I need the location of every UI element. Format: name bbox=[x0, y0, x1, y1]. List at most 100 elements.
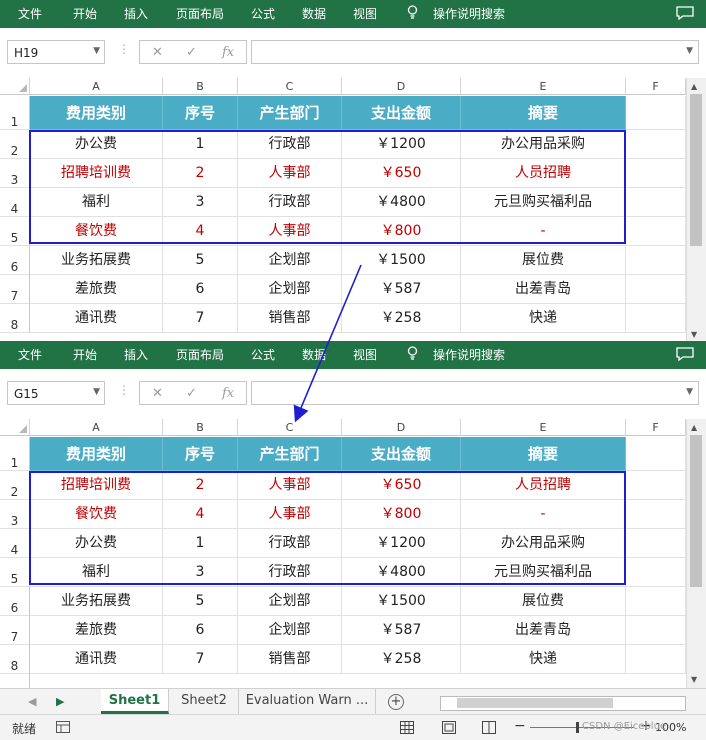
table-cell[interactable] bbox=[626, 471, 686, 500]
row-number[interactable]: 8 bbox=[0, 304, 30, 333]
table-cell[interactable]: 2 bbox=[163, 159, 238, 188]
table-cell[interactable]: 差旅费 bbox=[30, 616, 163, 645]
table-cell[interactable]: 快递 bbox=[461, 645, 626, 674]
menu-insert[interactable]: 插入 bbox=[124, 0, 148, 28]
table-cell[interactable]: ￥1200 bbox=[342, 130, 461, 159]
normal-view-icon[interactable] bbox=[400, 721, 414, 734]
column-header-a[interactable]: A bbox=[30, 78, 163, 95]
table-cell[interactable]: ￥1500 bbox=[342, 246, 461, 275]
vertical-scrollbar[interactable]: ▲ ▼ bbox=[686, 78, 706, 343]
table-cell[interactable] bbox=[626, 304, 686, 333]
menu-home[interactable]: 开始 bbox=[73, 341, 97, 369]
table-cell[interactable]: 行政部 bbox=[238, 130, 342, 159]
table-cell[interactable]: 销售部 bbox=[238, 304, 342, 333]
name-box[interactable]: G15 ▼ bbox=[7, 381, 105, 405]
chevron-down-icon[interactable]: ▼ bbox=[686, 387, 693, 397]
tab-sheet2[interactable]: Sheet2 bbox=[170, 689, 239, 714]
header-cell[interactable]: 费用类别 bbox=[30, 437, 163, 471]
table-cell[interactable]: 餐饮费 bbox=[30, 500, 163, 529]
table-cell[interactable]: 元旦购买福利品 bbox=[461, 188, 626, 217]
column-header-e[interactable]: E bbox=[461, 419, 626, 436]
column-header-c[interactable]: C bbox=[238, 419, 342, 436]
table-cell[interactable] bbox=[626, 645, 686, 674]
table-cell[interactable]: ￥4800 bbox=[342, 558, 461, 587]
column-header-c[interactable]: C bbox=[238, 78, 342, 95]
formula-input[interactable]: ▼ bbox=[251, 381, 699, 405]
zoom-slider-thumb[interactable] bbox=[576, 722, 579, 733]
table-cell[interactable]: 出差青岛 bbox=[461, 275, 626, 304]
table-cell[interactable]: 企划部 bbox=[238, 587, 342, 616]
zoom-out-button[interactable]: − bbox=[514, 718, 526, 734]
table-cell[interactable]: 6 bbox=[163, 275, 238, 304]
header-cell[interactable] bbox=[626, 437, 686, 471]
row-number[interactable]: 1 bbox=[0, 437, 30, 471]
enter-check-icon[interactable]: ✓ bbox=[186, 45, 197, 60]
column-header-b[interactable]: B bbox=[163, 419, 238, 436]
table-cell[interactable]: 元旦购买福利品 bbox=[461, 558, 626, 587]
table-cell[interactable]: 业务拓展费 bbox=[30, 246, 163, 275]
menu-file[interactable]: 文件 bbox=[18, 341, 42, 369]
table-cell[interactable]: 人员招聘 bbox=[461, 159, 626, 188]
row-number[interactable]: 2 bbox=[0, 130, 30, 159]
table-cell[interactable]: ￥650 bbox=[342, 159, 461, 188]
tab-prev-icon[interactable]: ◀ bbox=[28, 695, 36, 708]
fx-insert-function-button[interactable]: fx bbox=[222, 45, 234, 60]
table-cell[interactable] bbox=[626, 159, 686, 188]
scroll-up-icon[interactable]: ▲ bbox=[691, 82, 697, 91]
select-all-corner[interactable] bbox=[0, 78, 30, 95]
header-cell[interactable]: 产生部门 bbox=[238, 437, 342, 471]
column-header-a[interactable]: A bbox=[30, 419, 163, 436]
tab-sheet1[interactable]: Sheet1 bbox=[101, 689, 169, 714]
scroll-up-icon[interactable]: ▲ bbox=[691, 423, 697, 432]
header-cell[interactable]: 产生部门 bbox=[238, 96, 342, 130]
table-cell[interactable]: ￥1200 bbox=[342, 529, 461, 558]
table-cell[interactable]: ￥587 bbox=[342, 616, 461, 645]
scroll-down-icon[interactable]: ▼ bbox=[691, 675, 697, 684]
table-cell[interactable] bbox=[626, 587, 686, 616]
table-cell[interactable]: 4 bbox=[163, 500, 238, 529]
vertical-scrollbar[interactable]: ▲ ▼ bbox=[686, 419, 706, 688]
table-cell[interactable]: ￥587 bbox=[342, 275, 461, 304]
row-number[interactable]: 9 bbox=[0, 674, 30, 688]
horizontal-scrollbar[interactable] bbox=[440, 696, 686, 711]
menu-data[interactable]: 数据 bbox=[302, 0, 326, 28]
table-cell[interactable]: 人事部 bbox=[238, 471, 342, 500]
cancel-icon[interactable]: ✕ bbox=[152, 386, 163, 401]
macro-record-icon[interactable] bbox=[56, 721, 70, 733]
table-cell[interactable]: 6 bbox=[163, 616, 238, 645]
scroll-thumb[interactable] bbox=[690, 435, 702, 587]
table-cell[interactable]: 展位费 bbox=[461, 246, 626, 275]
select-all-corner[interactable] bbox=[0, 419, 30, 436]
row-number[interactable]: 7 bbox=[0, 275, 30, 304]
table-cell[interactable]: 7 bbox=[163, 304, 238, 333]
header-cell[interactable]: 序号 bbox=[163, 437, 238, 471]
menu-data[interactable]: 数据 bbox=[302, 341, 326, 369]
table-cell[interactable] bbox=[626, 558, 686, 587]
column-header-b[interactable]: B bbox=[163, 78, 238, 95]
header-cell[interactable]: 支出金额 bbox=[342, 96, 461, 130]
header-cell[interactable]: 序号 bbox=[163, 96, 238, 130]
table-cell[interactable] bbox=[626, 246, 686, 275]
table-cell[interactable]: 差旅费 bbox=[30, 275, 163, 304]
row-number[interactable]: 3 bbox=[0, 159, 30, 188]
table-cell[interactable]: 5 bbox=[163, 587, 238, 616]
table-cell[interactable]: 办公用品采购 bbox=[461, 529, 626, 558]
add-sheet-icon[interactable]: + bbox=[388, 694, 404, 710]
menu-page-layout[interactable]: 页面布局 bbox=[176, 341, 224, 369]
scroll-down-icon[interactable]: ▼ bbox=[691, 330, 697, 339]
menu-file[interactable]: 文件 bbox=[18, 0, 42, 28]
table-cell[interactable]: 餐饮费 bbox=[30, 217, 163, 246]
column-header-d[interactable]: D bbox=[342, 419, 461, 436]
scroll-thumb[interactable] bbox=[690, 94, 702, 246]
table-cell[interactable]: 出差青岛 bbox=[461, 616, 626, 645]
comment-icon[interactable] bbox=[676, 6, 694, 20]
tab-next-icon[interactable]: ▶ bbox=[56, 695, 64, 708]
menu-insert[interactable]: 插入 bbox=[124, 341, 148, 369]
column-header-d[interactable]: D bbox=[342, 78, 461, 95]
table-cell[interactable]: 人事部 bbox=[238, 217, 342, 246]
header-cell[interactable]: 费用类别 bbox=[30, 96, 163, 130]
table-cell[interactable]: 通讯费 bbox=[30, 645, 163, 674]
table-cell[interactable]: 2 bbox=[163, 471, 238, 500]
table-cell[interactable]: 人事部 bbox=[238, 159, 342, 188]
chevron-down-icon[interactable]: ▼ bbox=[686, 46, 693, 56]
